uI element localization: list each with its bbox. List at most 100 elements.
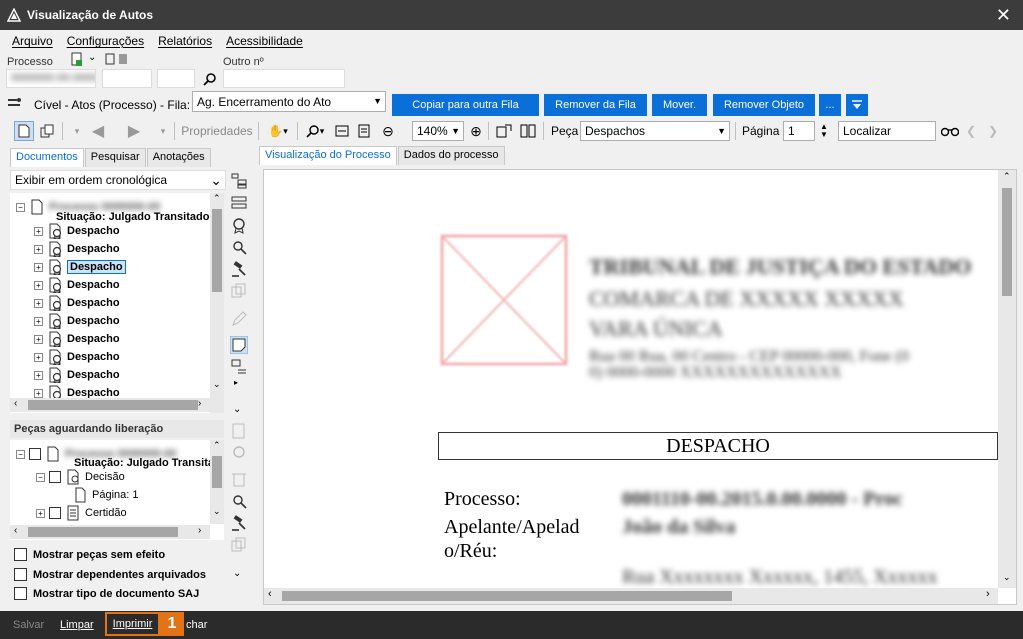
tree-hscroll-thumb[interactable] [28, 400, 198, 410]
scroll-left-icon[interactable]: ‹ [14, 398, 17, 409]
fit-page-icon[interactable] [356, 121, 372, 141]
zoom-in-icon[interactable]: ⊕ [468, 121, 484, 141]
scroll-down-icon[interactable]: ⌄ [213, 506, 221, 517]
document-viewer[interactable]: TRIBUNAL DE JUSTIÇA DO ESTADO COMARCA DE… [263, 169, 1017, 605]
copy-disabled-icon[interactable] [230, 536, 248, 554]
doc-vscroll-thumb[interactable] [1002, 188, 1012, 296]
export-icon[interactable] [494, 121, 514, 141]
pecas-root-checkbox[interactable] [29, 448, 41, 460]
scroll-up-icon[interactable]: ⌃ [213, 193, 221, 204]
propriedades-button[interactable]: Propriedades [180, 121, 254, 141]
list-settings-icon[interactable] [230, 358, 248, 376]
split-view-icon[interactable] [518, 121, 538, 141]
tab-pesquisar[interactable]: Pesquisar [84, 148, 146, 167]
menu-acessibilidade[interactable]: Acessibilidade [226, 34, 303, 48]
copiar-outra-fila-button[interactable]: Copiar para outra Fila [392, 94, 539, 116]
expand-arrow-icon[interactable]: ▸ [234, 378, 238, 387]
trash-disabled-icon[interactable] [230, 470, 248, 488]
tree-item-despacho[interactable]: + Despacho [34, 222, 120, 240]
ordem-select[interactable]: Exibir em ordem cronológica ⌄ [10, 170, 226, 190]
collapse-icon[interactable]: − [16, 202, 25, 212]
remover-fila-button[interactable]: Remover da Fila [544, 94, 647, 116]
expand-icon[interactable]: + [34, 352, 43, 362]
zoom-select[interactable]: 140% ▼ [412, 121, 464, 141]
pecas-certidao[interactable]: + Certidão [36, 504, 127, 522]
expand-icon[interactable] [846, 94, 868, 116]
mover-button[interactable]: Mover. [652, 94, 707, 116]
remover-objeto-button[interactable]: Remover Objeto [713, 94, 815, 116]
imprimir-button[interactable]: Imprimir [105, 612, 160, 636]
tree-item-despacho[interactable]: + Despacho [34, 240, 120, 258]
chevron-down-icon[interactable]: ⌄ [88, 52, 96, 63]
clipboard-icon[interactable] [104, 53, 116, 65]
tree-vscroll-thumb[interactable] [212, 209, 222, 292]
tab-dados-processo[interactable]: Dados do processo [397, 146, 505, 165]
tree-view-icon[interactable] [230, 172, 248, 190]
limpar-button[interactable]: Limpar [60, 619, 94, 631]
more-options-button[interactable]: ... [819, 94, 841, 116]
search-seal-icon[interactable] [230, 238, 248, 256]
processo-digit-field[interactable] [102, 69, 152, 88]
pecas-decisao[interactable]: − Decisão [36, 468, 125, 486]
scroll-up-icon[interactable]: ⌃ [213, 440, 221, 451]
collapse-icon[interactable]: − [36, 472, 45, 482]
outro-numero-input[interactable] [223, 69, 345, 88]
expand-icon[interactable]: + [34, 298, 43, 308]
expand-icon[interactable]: + [34, 370, 43, 380]
tree-item-despacho[interactable]: + Despacho [34, 276, 120, 294]
scroll-up-icon[interactable]: ⌃ [1003, 171, 1011, 182]
fechar-button[interactable]: char [186, 619, 207, 631]
tree-item-despacho[interactable]: + Despacho [34, 294, 120, 312]
tree-item-despacho[interactable]: + Despacho [34, 330, 120, 348]
gavel-icon[interactable] [230, 260, 248, 278]
doc-hscroll-thumb[interactable] [282, 591, 732, 601]
fit-width-icon[interactable] [334, 121, 350, 141]
search-icon[interactable] [203, 72, 217, 86]
double-chevron-down-icon[interactable]: ⌄ [233, 404, 241, 415]
new-document-icon[interactable] [70, 52, 84, 66]
scroll-down-icon[interactable]: ⌄ [213, 379, 221, 390]
double-chevron-down-icon[interactable]: ⌄ [233, 568, 241, 579]
tab-anotacoes[interactable]: Anotações [146, 148, 211, 167]
decisao-checkbox[interactable] [49, 471, 61, 483]
list-view-icon[interactable] [230, 194, 248, 212]
salvar-button[interactable]: Salvar [13, 619, 44, 631]
binoculars-icon[interactable] [940, 121, 960, 141]
hand-tool-icon[interactable]: ✋ ▾ [264, 121, 292, 141]
dropdown-arrow-icon[interactable]: ▾ [70, 121, 84, 141]
tree-item-despacho[interactable]: + Despacho [34, 348, 120, 366]
pecas-hscrollbar[interactable]: ‹ › [10, 525, 210, 539]
seal-disabled-icon[interactable] [230, 444, 248, 462]
search-seal-icon[interactable] [230, 492, 248, 510]
scroll-right-icon[interactable]: › [986, 588, 990, 600]
doc-hscrollbar[interactable]: ‹ › [264, 588, 998, 604]
collapse-icon[interactable]: − [16, 449, 25, 459]
tree-vscrollbar[interactable]: ⌃ ⌄ [210, 193, 224, 413]
doc-disabled-icon[interactable] [230, 422, 248, 440]
copy-document-icon[interactable] [38, 121, 56, 141]
expand-icon[interactable]: + [34, 280, 43, 290]
scroll-left-icon[interactable]: ‹ [14, 525, 17, 536]
pecas-pagina[interactable]: Página: 1 [72, 486, 138, 504]
expand-icon[interactable]: + [34, 262, 43, 272]
menu-arquivo[interactable]: Arquivo [12, 34, 53, 48]
processo-foro-field[interactable] [157, 69, 195, 88]
expand-icon[interactable]: + [34, 388, 43, 398]
find-previous-icon[interactable]: ❮ [964, 121, 978, 141]
scroll-left-icon[interactable]: ‹ [268, 588, 272, 600]
tree-item-despacho[interactable]: + Despacho [34, 258, 126, 276]
mostrar-sem-efeito-checkbox[interactable]: Mostrar peças sem efeito [14, 548, 165, 561]
seal-icon[interactable] [230, 216, 248, 234]
zoom-out-icon[interactable]: ⊖ [380, 121, 396, 141]
tree-item-despacho[interactable]: + Despacho [34, 312, 120, 330]
expand-icon[interactable]: + [34, 334, 43, 344]
pecas-vscrollbar[interactable]: ⌃ ⌄ [210, 440, 224, 524]
tree-hscrollbar[interactable]: ‹ › [10, 398, 210, 412]
localizar-input[interactable]: Localizar [838, 121, 936, 141]
tab-documentos[interactable]: Documentos [10, 148, 84, 167]
copy-disabled-icon[interactable] [230, 282, 248, 300]
edit-disabled-icon[interactable] [230, 310, 248, 328]
mostrar-tipo-saj-checkbox[interactable]: Mostrar tipo de documento SAJ [14, 587, 199, 600]
doc-vscrollbar[interactable]: ⌃ ⌄ [998, 170, 1016, 588]
tree-item-despacho[interactable]: + Despacho [34, 366, 120, 384]
